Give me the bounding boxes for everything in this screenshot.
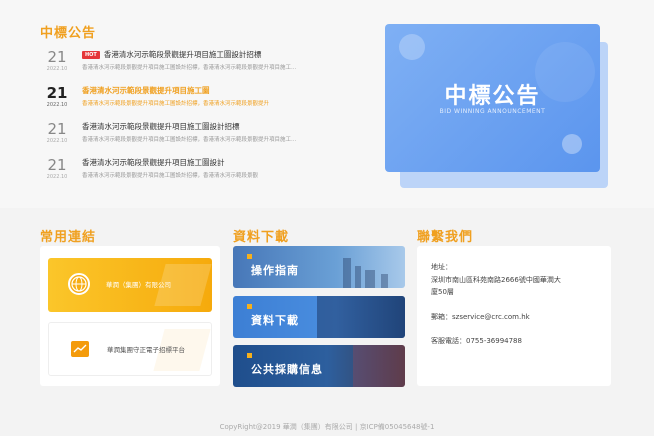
building-decoration [355,266,361,288]
downloads-section-title: 資料下載 [233,230,290,245]
accent-square [247,304,252,309]
news-desc: 香港清水河示範段景觀提升項目施工圖設計招標，香港清水河示範段景觀 [82,173,259,179]
link-label: 華潤集團守正電子招標平台 [107,346,185,354]
news-item[interactable]: 21 2022.10 香港清水河示範段景觀提升項目施工圖設計 香港清水河示範段景… [40,154,360,188]
news-section-title: 中標公告 [40,26,97,41]
announcement-section: 中標公告 21 2022.10 HOT 香港清水河示範段景觀提升項目施工圖設計招標… [0,0,654,208]
news-day: 21 [47,48,67,66]
news-title[interactable]: HOT 香港清水河示範段景觀提升項目施工圖設計招標 [82,49,372,60]
email-text[interactable]: 郵箱：szservice@crc.com.hk [431,312,530,323]
globe-icon-svg [71,276,87,292]
links-section-title: 常用連結 [40,230,97,245]
download-procurement[interactable]: 公共採購信息 [233,345,405,387]
news-day: 21 [47,156,67,174]
building-decoration [365,270,375,288]
copyright-text: CopyRight@2019 華潤（集團）有限公司 | 京ICP備0504564… [219,423,435,431]
news-item[interactable]: 21 2022.10 香港清水河示範段景觀提升項目施工圖設計招標 香港清水河示範… [40,118,360,152]
banner-subtitle: BID WINNING ANNOUNCEMENT [439,108,546,115]
link-crc-group[interactable]: 華潤（集團）有限公司 [48,258,212,312]
building-decoration [343,258,351,288]
news-desc: 香港清水河示範段景觀提升項目施工圖設計招標，香港清水河示範段景觀提升 [82,101,270,107]
announcement-banner[interactable]: 中標公告 BID WINNING ANNOUNCEMENT [385,24,600,172]
building-decoration [381,274,388,288]
news-date: 2022.10 [46,102,68,108]
link-label: 華潤（集團）有限公司 [106,281,171,289]
bubble-decoration [562,134,582,154]
footer: CopyRight@2019 華潤（集團）有限公司 | 京ICP備0504564… [0,406,654,436]
download-label: 公共採購信息 [251,363,323,376]
hot-badge: HOT [82,51,100,59]
download-materials[interactable]: 資料下載 [233,296,405,338]
download-label: 操作指南 [251,264,299,277]
contact-card: 地址： 深圳市南山區科苑南路2666號中國華潤大 廈50層 郵箱：szservi… [417,246,611,386]
link-tender-platform[interactable]: 華潤集團守正電子招標平台 [48,322,212,376]
news-desc: 香港清水河示範段景觀提升項目施工圖設計招標，香港清水河示範段景觀提升項目施工..… [82,65,297,71]
news-item[interactable]: 21 2022.10 香港清水河示範段景觀提升項目施工圖 香港清水河示範段景觀提… [40,82,360,116]
news-day: 21 [47,120,67,138]
address-line: 廈50層 [431,288,454,296]
news-day: 21 [46,84,68,102]
news-date: 2022.10 [46,174,68,180]
news-list: 21 2022.10 HOT 香港清水河示範段景觀提升項目施工圖設計招標 香港清水… [40,46,360,190]
accent-square [247,353,252,358]
download-label: 資料下載 [251,314,299,327]
news-title[interactable]: 香港清水河示範段景觀提升項目施工圖設計 [82,157,372,168]
address-line: 深圳市南山區科苑南路2666號中國華潤大 [431,276,561,284]
chart-icon [71,341,89,357]
news-title[interactable]: 香港清水河示範段景觀提升項目施工圖 [82,85,372,96]
news-item[interactable]: 21 2022.10 HOT 香港清水河示範段景觀提升項目施工圖設計招標 香港清水… [40,46,360,80]
building-decoration [317,296,405,338]
phone-text: 客服電話：0755-36994788 [431,337,522,345]
chart-icon-svg [73,344,87,353]
contact-section-title: 聯繫我們 [417,230,474,245]
decoration [353,345,405,387]
news-title[interactable]: 香港清水河示範段景觀提升項目施工圖設計招標 [82,121,372,132]
download-guide[interactable]: 操作指南 [233,246,405,288]
news-desc: 香港清水河示範段景觀提升項目施工圖設計招標，香港清水河示範段景觀提升項目施工..… [82,137,297,143]
accent-square [247,254,252,259]
bubble-decoration [399,34,425,60]
address-label: 地址： [431,263,452,271]
news-date: 2022.10 [46,138,68,144]
news-date: 2022.10 [46,66,68,72]
banner-title: 中標公告 [444,84,541,109]
globe-icon [68,273,90,295]
